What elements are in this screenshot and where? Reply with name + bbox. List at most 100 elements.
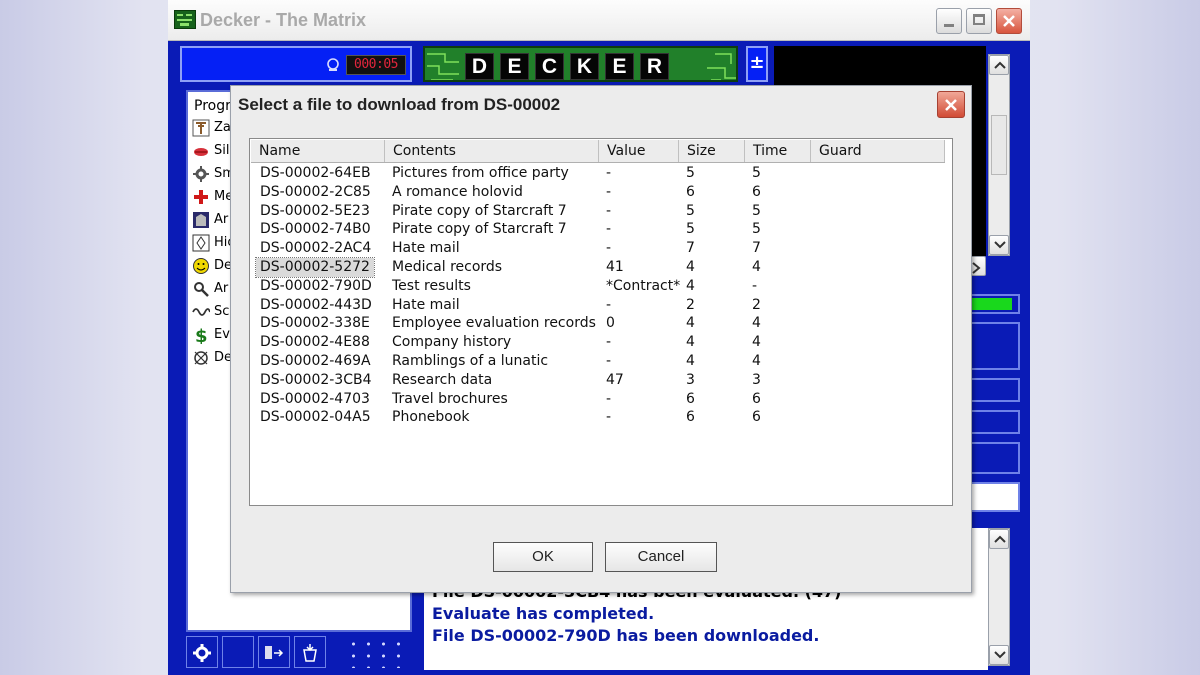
file-size-cell: 5 [686,165,695,181]
column-header-time[interactable]: Time [745,140,811,162]
file-size-cell: 2 [686,296,695,313]
file-row[interactable]: DS-00002-2AC4 Hate mail - 7 7 [250,239,950,258]
file-row[interactable]: DS-00002-74B0 Pirate copy of Starcraft 7 -… [250,220,950,239]
file-row[interactable]: DS-00002-4E88 Company history - 4 4 [250,333,950,352]
maximize-button[interactable] [966,8,992,34]
timer-panel: 000:05 [180,46,412,82]
file-contents-cell: Pirate copy of Starcraft 7 [392,202,567,219]
file-row[interactable]: DS-00002-469A Ramblings of a lunatic - 4 4 [250,352,950,371]
file-row[interactable]: DS-00002-338E Employee evaluation records… [250,314,950,333]
file-contents-cell: Phonebook [392,409,470,426]
log-line: File DS-00002-790D has been downloaded. [432,626,820,645]
matrix-scrollbar[interactable] [988,54,1010,256]
file-value-cell: 0 [606,315,615,332]
log-line: Evaluate has completed. [432,604,655,623]
file-time-cell: 5 [752,221,761,238]
logo-letter: E [605,53,634,80]
file-name-cell: DS-00002-790D [260,277,372,294]
dialog-close-button[interactable] [937,91,965,118]
settings-button[interactable] [186,636,218,668]
file-list[interactable]: Name Contents Value Size Time Guard DS-0… [249,138,953,506]
chevron-down-icon [994,241,1006,249]
file-row[interactable]: DS-00002-2C85 A romance holovid - 6 6 [250,183,950,202]
column-header-value[interactable]: Value [599,140,679,162]
unload-program-button[interactable] [294,636,326,668]
close-icon [1003,15,1015,27]
program-item-label: Ar [214,212,229,227]
file-size-cell: 3 [686,371,695,388]
file-row[interactable]: DS-00002-64EB Pictures from office party -… [250,164,950,183]
file-time-cell: 2 [752,296,761,313]
file-value-cell: - [606,183,612,200]
file-time-cell: 6 [752,409,761,426]
scroll-thumb[interactable] [991,115,1007,175]
file-contents-cell: Pictures from office party [392,165,569,181]
file-name-cell: DS-00002-64EB [260,165,371,181]
hide-icon [192,234,210,252]
column-header-size[interactable]: Size [679,140,745,162]
file-name-cell: DS-00002-2AC4 [260,240,372,257]
logo-letter: E [500,53,529,80]
file-name-cell: DS-00002-5E23 [260,202,370,219]
dot-grid [346,638,406,668]
health-bar-fill [968,298,1012,310]
timer-display: 000:05 [346,55,406,75]
file-name-cell: DS-00002-4E88 [260,334,370,351]
file-time-cell: 7 [752,240,761,257]
chevron-up-icon [994,535,1006,543]
empty-slot-button[interactable] [222,636,254,668]
close-button[interactable] [996,8,1022,34]
logo-letter: K [570,53,599,80]
file-size-cell: 6 [686,390,695,407]
robot-icon [194,351,208,365]
file-name-cell: DS-00002-4703 [260,390,370,407]
file-name-cell: DS-00002-5272 [255,257,375,278]
file-row[interactable]: DS-00002-4703 Travel brochures - 6 6 [250,390,950,409]
app-icon [174,10,196,29]
ok-button[interactable]: OK [493,542,593,572]
log-scroll-down-button[interactable] [989,645,1009,665]
file-row[interactable]: DS-00002-5E23 Pirate copy of Starcraft 7 -… [250,202,950,221]
file-size-cell: 5 [686,221,695,238]
file-contents-cell: Ramblings of a lunatic [392,353,549,369]
log-scrollbar[interactable] [988,528,1010,666]
file-name-cell: DS-00002-469A [260,353,371,369]
program-item-label: Za [214,120,231,135]
plus-minus-button[interactable]: ± [746,46,768,82]
file-contents-cell: Travel brochures [392,390,508,407]
file-time-cell: - [752,277,758,294]
status-panel-1 [964,322,1020,370]
load-icon [265,646,284,659]
cancel-button[interactable]: Cancel [605,542,717,572]
chevron-up-icon [994,61,1006,69]
file-time-cell: 4 [752,315,761,332]
file-contents-cell: Company history [392,334,512,351]
status-panel-3 [964,410,1020,434]
column-header-contents[interactable]: Contents [385,140,599,162]
file-time-cell: 4 [752,353,761,369]
file-value-cell: 47 [606,371,624,388]
file-value-cell: - [606,240,612,257]
column-header-name[interactable]: Name [251,140,385,162]
minimize-button[interactable] [936,8,962,34]
title-bar: Decker - The Matrix [168,0,1030,41]
file-row[interactable]: DS-00002-443D Hate mail - 2 2 [250,296,950,315]
load-program-button[interactable] [258,636,290,668]
health-bar [964,294,1020,314]
file-row[interactable]: DS-00002-3CB4 Research data 47 3 3 [250,371,950,390]
dialog-title: Select a file to download from DS-00002 [238,95,561,114]
file-time-cell: 5 [752,165,761,181]
wave-icon [192,308,210,316]
status-panel-4 [964,442,1020,474]
scroll-down-button[interactable] [989,235,1009,255]
file-contents-cell: Pirate copy of Starcraft 7 [392,221,567,238]
log-scroll-up-button[interactable] [989,529,1009,549]
file-row[interactable]: DS-00002-04A5 Phonebook - 6 6 [250,408,950,427]
file-row[interactable]: DS-00002-5272 Medical records 41 4 4 [250,257,950,278]
decker-logo: DECKER [423,46,738,82]
programs-header: Progr [194,98,231,114]
column-header-guard[interactable]: Guard [811,140,945,162]
download-dialog: Select a file to download from DS-00002 … [230,85,972,593]
file-row[interactable]: DS-00002-790D Test results *Contract* 4 - [250,277,950,296]
scroll-up-button[interactable] [989,55,1009,75]
